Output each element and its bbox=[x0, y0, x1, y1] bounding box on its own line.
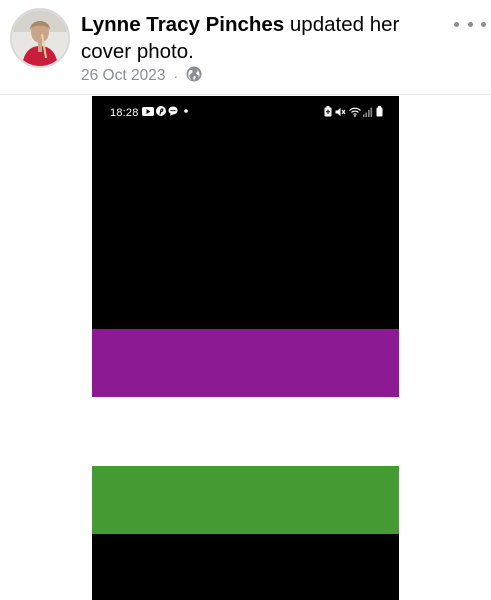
mute-icon bbox=[335, 107, 346, 116]
status-bar-time: 18:28 bbox=[110, 107, 139, 119]
more-dot bbox=[481, 21, 486, 27]
youtube-icon bbox=[142, 106, 154, 116]
more-dot bbox=[467, 21, 473, 27]
more-dot bbox=[454, 21, 459, 27]
message-icon bbox=[168, 106, 178, 116]
cover-stripe-white bbox=[92, 397, 399, 466]
avatar-image bbox=[12, 10, 68, 66]
post-meta: 26 Oct 2023 · bbox=[81, 66, 202, 86]
post-header: Lynne Tracy Pinches updated her cover ph… bbox=[0, 0, 491, 95]
cover-stripe-black-bottom bbox=[92, 534, 399, 600]
battery-icon bbox=[376, 106, 383, 117]
cover-stripe-purple bbox=[92, 329, 399, 397]
globe-icon[interactable] bbox=[186, 66, 202, 87]
dot-icon bbox=[184, 109, 188, 113]
post-title: Lynne Tracy Pinches updated her cover ph… bbox=[81, 11, 451, 65]
wifi-icon bbox=[349, 107, 361, 117]
signal-icon bbox=[363, 107, 373, 117]
status-bar-app-icons bbox=[142, 106, 188, 116]
battery-saver-icon bbox=[324, 106, 332, 117]
more-options-icon[interactable] bbox=[454, 16, 486, 32]
author-name[interactable]: Lynne Tracy Pinches bbox=[81, 13, 284, 36]
meta-separator: · bbox=[173, 68, 179, 84]
cover-stripe-black-top: 18:28 bbox=[92, 96, 399, 329]
header-divider bbox=[0, 94, 491, 95]
status-bar-system-icons bbox=[324, 106, 383, 117]
avatar[interactable] bbox=[10, 8, 70, 68]
cover-stripe-green bbox=[92, 466, 399, 534]
post-date[interactable]: 26 Oct 2023 bbox=[81, 67, 165, 85]
cover-photo[interactable]: 18:28 bbox=[92, 96, 399, 600]
pinterest-icon bbox=[156, 106, 166, 116]
